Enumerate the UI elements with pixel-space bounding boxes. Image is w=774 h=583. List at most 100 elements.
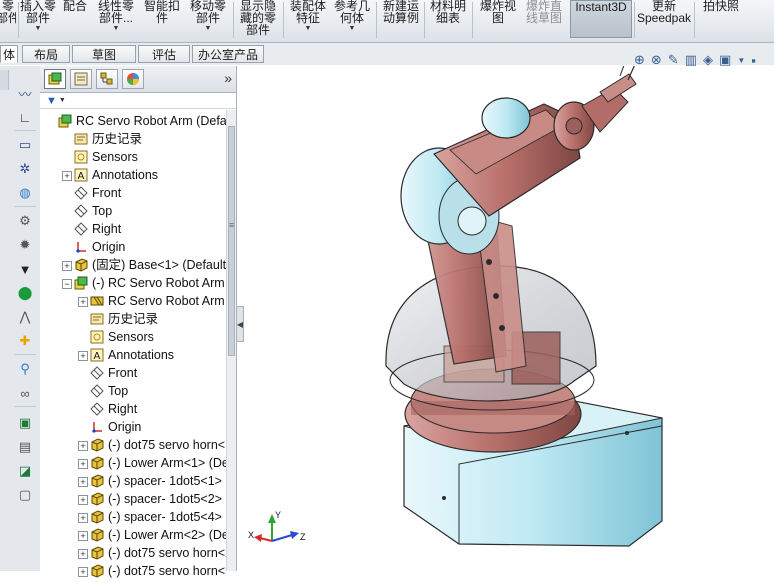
graphics-viewport[interactable]: X Y Z xyxy=(244,66,774,571)
tree-item[interactable]: Top xyxy=(40,202,226,220)
ribbon-button-instant3d[interactable]: Instant3D xyxy=(570,0,632,38)
panel-collapse-handle[interactable]: ◀ xyxy=(236,306,244,342)
zoom-to-fit-icon[interactable]: ⊕ xyxy=(634,52,645,68)
funnel-icon[interactable]: ▼ xyxy=(16,260,34,278)
ribbon-button-linear-pattern[interactable]: 线性零 部件... ▼ xyxy=(94,0,138,38)
tree-item[interactable]: 历史记录 xyxy=(40,130,226,148)
expand-icon[interactable]: + xyxy=(78,477,88,487)
ribbon-button-bill-of-materials[interactable]: 材料明 细表 xyxy=(428,0,468,38)
globe-icon[interactable]: ◍ xyxy=(16,184,34,202)
ribbon-button-insert-component[interactable]: 插入零 部件 ▼ xyxy=(20,0,56,38)
tree-item[interactable]: Sensors xyxy=(40,328,226,346)
more-tabs-icon[interactable]: » xyxy=(224,70,232,86)
filter-icon[interactable]: ▼ xyxy=(46,95,57,107)
tree-item[interactable]: + (-) spacer- 1dot5<1> (Def xyxy=(40,472,226,490)
chevron-down-icon[interactable]: ▼ xyxy=(35,25,42,32)
document-icon[interactable]: ▢ xyxy=(16,486,34,504)
expand-icon[interactable]: + xyxy=(78,531,88,541)
tree-item[interactable]: + A Annotations xyxy=(40,166,226,184)
ribbon-button-new-motion-study[interactable]: 新建运 动算例 xyxy=(380,0,422,38)
tab-sketch[interactable]: 草图 xyxy=(72,45,136,63)
tree-item[interactable]: Right xyxy=(40,400,226,418)
ribbon-button-take-snapshot[interactable]: 拍快照 xyxy=(698,0,744,38)
ribbon-button-component[interactable]: 零 部件 xyxy=(0,0,16,38)
ribbon-button-exploded-view[interactable]: 爆炸视 图 xyxy=(476,0,520,38)
magnifier-icon[interactable]: ⚲ xyxy=(16,360,34,378)
collapse-icon[interactable]: − xyxy=(62,279,72,289)
settings-icon[interactable]: ✹ xyxy=(16,236,34,254)
tree-item[interactable]: + (-) dot75 servo horn<1> xyxy=(40,436,226,454)
property-manager-tab-icon[interactable] xyxy=(70,69,92,89)
chevron-down-icon[interactable]: ▼ xyxy=(59,97,66,104)
feature-manager-tab-icon[interactable] xyxy=(44,69,66,89)
binoculars-icon[interactable]: ∞ xyxy=(16,384,34,402)
puzzle-icon[interactable]: ✚ xyxy=(16,332,34,350)
tree-item[interactable]: Right xyxy=(40,220,226,238)
configuration-manager-tab-icon[interactable] xyxy=(96,69,118,89)
tab-assembly[interactable]: 体 xyxy=(0,45,18,63)
chevron-down-icon[interactable]: ▼ xyxy=(113,25,120,32)
ribbon-button-update-speedpak[interactable]: 更新 Speedpak xyxy=(636,0,692,38)
view-orientation-icon[interactable]: ◈ xyxy=(703,52,713,68)
expand-icon[interactable]: + xyxy=(78,297,88,307)
expand-icon[interactable]: + xyxy=(78,495,88,505)
tab-layout[interactable]: 布局 xyxy=(22,45,70,63)
tree-item[interactable]: Top xyxy=(40,382,226,400)
ribbon-button-show-hidden-components[interactable]: 显示隐 藏的零 部件 xyxy=(236,0,280,38)
tree-item[interactable]: + (-) spacer- 1dot5<2> (Def xyxy=(40,490,226,508)
tree-item[interactable]: Origin xyxy=(40,238,226,256)
chevron-down-icon[interactable]: ▼ xyxy=(737,56,745,65)
pin-icon[interactable]: ⬤ xyxy=(16,284,34,302)
tree-item[interactable]: + (-) Lower Arm<1> (Default xyxy=(40,454,226,472)
hide-show-items-icon[interactable]: ▪ xyxy=(751,53,756,68)
tab-evaluate[interactable]: 评估 xyxy=(138,45,190,63)
chevron-down-icon[interactable]: ▼ xyxy=(305,25,312,32)
ribbon-button-reference-geometry[interactable]: 参考几 何体 ▼ xyxy=(332,0,372,38)
ribbon-button-mate[interactable]: 配合 xyxy=(60,0,90,38)
tree-item[interactable]: + (-) spacer- 1dot5<4> (Def xyxy=(40,508,226,526)
zoom-to-area-icon[interactable]: ⊗ xyxy=(651,52,662,68)
ribbon-button-explode-line-sketch[interactable]: 爆炸直 线草图 xyxy=(522,0,566,38)
tree-item[interactable]: + RC Servo Robot Arm xyxy=(40,292,226,310)
chevron-down-icon[interactable]: ▼ xyxy=(349,25,356,32)
expand-icon[interactable]: + xyxy=(62,261,72,271)
expand-icon[interactable]: + xyxy=(78,549,88,559)
tree-item[interactable]: Front xyxy=(40,364,226,382)
previous-view-icon[interactable]: ✎ xyxy=(668,52,679,68)
tree-item[interactable]: − (-) RC Servo Robot Arm Assembly xyxy=(40,274,226,292)
filter-bar[interactable]: ▼ ▼ xyxy=(40,93,236,109)
tree-item[interactable]: Front xyxy=(40,184,226,202)
coil-icon[interactable]: 〰 xyxy=(16,84,34,102)
monitor-icon[interactable]: ▭ xyxy=(16,136,34,154)
tree-item[interactable]: + (-) dot75 servo horn<2> xyxy=(40,544,226,562)
tree-scrollbar[interactable]: ≡ xyxy=(226,110,236,571)
expand-icon[interactable]: + xyxy=(78,567,88,577)
display-style-icon[interactable]: ▣ xyxy=(719,52,731,68)
expand-icon[interactable]: + xyxy=(78,441,88,451)
tree-item[interactable]: Origin xyxy=(40,418,226,436)
printer-icon[interactable]: ▤ xyxy=(16,438,34,456)
tree-item[interactable]: Sensors xyxy=(40,148,226,166)
gear-icon[interactable]: ⚙ xyxy=(16,212,34,230)
tab-office-products[interactable]: 办公室产品 xyxy=(192,45,264,63)
expand-icon[interactable]: + xyxy=(78,351,88,361)
network-icon[interactable]: ✲ xyxy=(16,160,34,178)
ribbon-button-move-component[interactable]: 移动零 部件 ▼ xyxy=(186,0,230,38)
tree-item[interactable]: + A Annotations xyxy=(40,346,226,364)
display-manager-tab-icon[interactable] xyxy=(122,69,144,89)
expand-icon[interactable]: + xyxy=(78,513,88,523)
tree-item[interactable]: 历史记录 xyxy=(40,310,226,328)
ruler-icon[interactable]: ∟ xyxy=(16,108,34,126)
tree-item[interactable]: RC Servo Robot Arm (Default<Display xyxy=(40,112,226,130)
tree-item[interactable]: + (-) dot75 servo horn<3> xyxy=(40,562,226,580)
excel-icon[interactable]: ▣ xyxy=(16,414,34,432)
chevron-down-icon[interactable]: ▼ xyxy=(205,25,212,32)
tree-item[interactable]: + (固定) Base<1> (Default<<Default> xyxy=(40,256,226,274)
ribbon-button-assembly-features[interactable]: 装配体 特征 ▼ xyxy=(286,0,330,38)
expand-icon[interactable]: + xyxy=(62,171,72,181)
section-view-icon[interactable]: ▥ xyxy=(685,52,697,68)
scrollbar-thumb[interactable] xyxy=(228,126,235,356)
ribbon-button-smart-fasteners[interactable]: 智能扣 件 xyxy=(142,0,182,38)
expand-icon[interactable]: + xyxy=(78,459,88,469)
tree-item[interactable]: + (-) Lower Arm<2> (Default xyxy=(40,526,226,544)
